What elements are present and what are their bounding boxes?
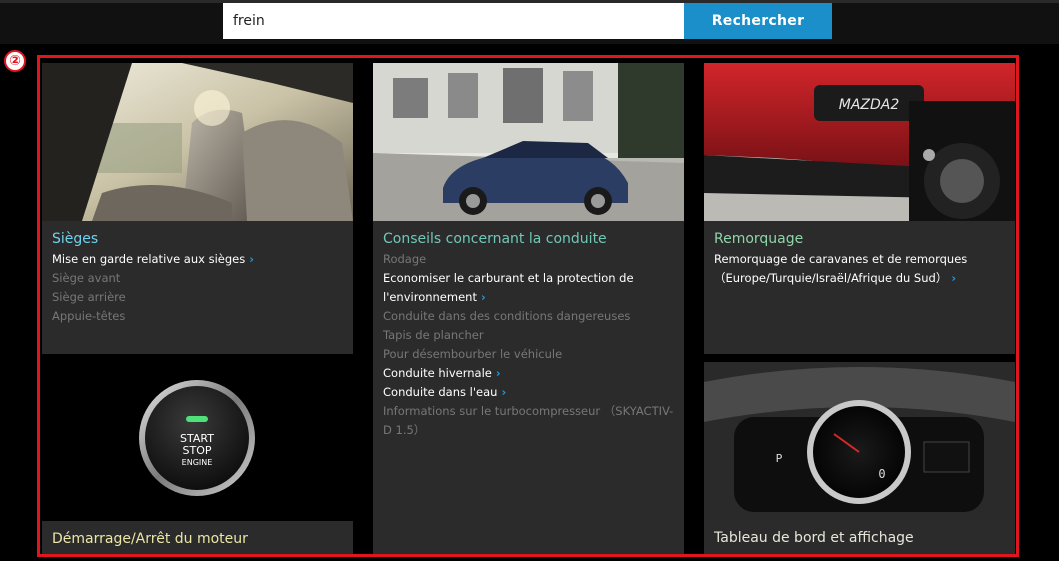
car-street-photo[interactable] — [373, 63, 684, 221]
links-conseils: Rodage Economiser le carburant et la pro… — [383, 250, 676, 440]
chevron-right-icon: › — [249, 252, 254, 266]
card-title-sieges[interactable]: Sièges — [52, 231, 98, 247]
stop-label: STOP — [183, 444, 212, 457]
link-siege-arriere: Siège arrière — [52, 290, 126, 304]
link-conduite-hivernale[interactable]: Conduite hivernale › — [383, 364, 676, 383]
chevron-right-icon: › — [480, 290, 486, 304]
engine-label: ENGINE — [182, 458, 213, 467]
link-conduite-eau[interactable]: Conduite dans l'eau › — [383, 383, 676, 402]
link-desembourber: Pour désembourber le véhicule — [383, 347, 563, 361]
top-bar: Rechercher — [0, 0, 1059, 44]
link-appuie-tetes: Appuie-têtes — [52, 309, 126, 323]
start-button-photo[interactable]: START STOP ENGINE — [42, 356, 353, 521]
mazda2-badge: MAZDA2 — [839, 97, 900, 113]
link-rodage: Rodage — [383, 252, 427, 266]
search-input[interactable] — [223, 3, 684, 39]
card-title-remorquage[interactable]: Remorquage — [714, 231, 803, 247]
card-conseils[interactable]: Conseils concernant la conduite Rodage E… — [373, 63, 684, 555]
svg-text:P: P — [776, 452, 783, 465]
svg-text:0: 0 — [878, 467, 885, 481]
card-demarrage[interactable]: START STOP ENGINE Démarrage/Arrêt du mot… — [42, 356, 353, 555]
link-remorquage-caravanes[interactable]: Remorquage de caravanes et de remorques … — [714, 250, 1007, 288]
link-tapis-plancher: Tapis de plancher — [383, 328, 484, 342]
chevron-right-icon: › — [951, 271, 957, 285]
link-mise-en-garde-sieges[interactable]: Mise en garde relative aux sièges › — [52, 250, 345, 269]
links-sieges: Mise en garde relative aux sièges › Siège… — [52, 250, 345, 326]
card-title-tableau[interactable]: Tableau de bord et affichage — [714, 530, 914, 546]
card-title-demarrage[interactable]: Démarrage/Arrêt du moteur — [52, 531, 248, 547]
link-economiser-carburant[interactable]: Economiser le carburant et la protection… — [383, 269, 676, 307]
card-title-conseils[interactable]: Conseils concernant la conduite — [383, 231, 607, 247]
card-tableau-de-bord[interactable]: P 0 Tableau de bord et affichage — [704, 362, 1015, 555]
annotation-marker: ② — [4, 50, 26, 72]
chevron-right-icon: › — [495, 366, 501, 380]
link-conditions-dangereuses: Conduite dans des conditions dangereuses — [383, 309, 631, 323]
link-turbocompresseur: Informations sur le turbocompresseur （SK… — [383, 404, 674, 437]
seats-photo[interactable] — [42, 63, 353, 221]
chevron-right-icon: › — [501, 385, 507, 399]
car-rear-photo[interactable]: MAZDA2 — [704, 63, 1015, 221]
card-remorquage[interactable]: MAZDA2 Remorquage Remorquage de caravane… — [704, 63, 1015, 354]
links-remorquage: Remorquage de caravanes et de remorques … — [714, 250, 1007, 288]
card-sieges[interactable]: Sièges Mise en garde relative aux sièges… — [42, 63, 353, 354]
search-button[interactable]: Rechercher — [684, 3, 832, 39]
link-siege-avant: Siège avant — [52, 271, 121, 285]
dashboard-photo[interactable]: P 0 — [704, 362, 1015, 520]
